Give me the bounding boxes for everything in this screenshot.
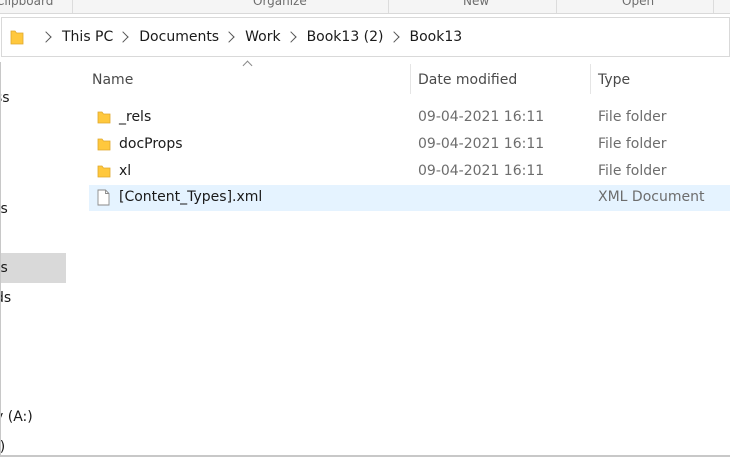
ribbon-divider (556, 0, 557, 13)
column-header-name[interactable]: Name (92, 72, 133, 88)
file-row[interactable]: xl 09-04-2021 16:11 File folder (89, 159, 730, 185)
folder-icon (97, 138, 111, 151)
file-type: XML Document (598, 189, 705, 205)
folder-icon (97, 111, 111, 124)
file-row[interactable]: docProps 09-04-2021 16:11 File folder (89, 132, 730, 158)
nav-item-selected[interactable]: ts (1, 260, 8, 276)
file-name: _rels (119, 109, 152, 125)
file-type: File folder (598, 109, 667, 125)
ribbon-divider (713, 0, 714, 13)
file-row[interactable]: _rels 09-04-2021 16:11 File folder (89, 105, 730, 131)
nav-selection-highlight (1, 253, 66, 283)
chevron-right-icon[interactable] (40, 31, 52, 43)
ribbon-divider (72, 0, 73, 13)
sort-ascending-icon (242, 60, 253, 71)
breadcrumb: This PC Documents Work Book13 (2) Book13 (36, 29, 462, 45)
chevron-right-icon[interactable] (284, 31, 297, 43)
ribbon-group-clipboard[interactable]: Clipboard (0, 0, 53, 8)
breadcrumb-documents[interactable]: Documents (139, 29, 219, 45)
file-type: File folder (598, 163, 667, 179)
chevron-right-icon[interactable] (117, 31, 129, 43)
file-name: [Content_Types].xml (119, 189, 263, 205)
ribbon-group-open[interactable]: Open (622, 0, 654, 8)
file-date-modified: 09-04-2021 16:11 (418, 109, 545, 125)
breadcrumb-book13-2[interactable]: Book13 (2) (307, 29, 384, 45)
nav-item-floppy-drive[interactable]: y (A:) (1, 409, 33, 425)
folder-icon (10, 28, 30, 46)
column-divider[interactable] (590, 64, 591, 94)
file-list[interactable]: Name Date modified Type _rels 09-04-2021… (69, 60, 730, 457)
navigation-pane[interactable]: ss ts ts ds y (A:) :) (0, 62, 66, 457)
nav-item[interactable]: ds (1, 290, 11, 306)
breadcrumb-this-pc[interactable]: This PC (62, 29, 113, 45)
chevron-right-icon[interactable] (223, 31, 235, 43)
nav-item-drive[interactable]: :) (1, 439, 5, 455)
column-header-date-modified[interactable]: Date modified (418, 72, 517, 88)
file-name: xl (119, 163, 132, 179)
nav-item[interactable]: ts (1, 201, 8, 217)
chevron-right-icon[interactable] (387, 31, 400, 43)
breadcrumb-book13[interactable]: Book13 (410, 29, 463, 45)
column-divider[interactable] (410, 64, 411, 94)
file-date-modified: 09-04-2021 16:11 (418, 163, 545, 179)
nav-item[interactable]: ss (1, 90, 10, 106)
ribbon-divider (388, 0, 389, 13)
ribbon: Clipboard Organize New Open (0, 0, 730, 14)
folder-icon (97, 165, 111, 178)
file-row-selected[interactable]: [Content_Types].xml XML Document (89, 185, 730, 211)
file-name: docProps (119, 136, 183, 152)
file-date-modified: 09-04-2021 16:11 (418, 136, 545, 152)
file-icon (97, 189, 110, 206)
column-header-type[interactable]: Type (598, 72, 630, 88)
file-type: File folder (598, 136, 667, 152)
ribbon-group-new[interactable]: New (463, 0, 489, 8)
ribbon-group-organize[interactable]: Organize (253, 0, 307, 8)
address-bar[interactable]: This PC Documents Work Book13 (2) Book13 (1, 17, 730, 57)
breadcrumb-work[interactable]: Work (245, 29, 280, 45)
